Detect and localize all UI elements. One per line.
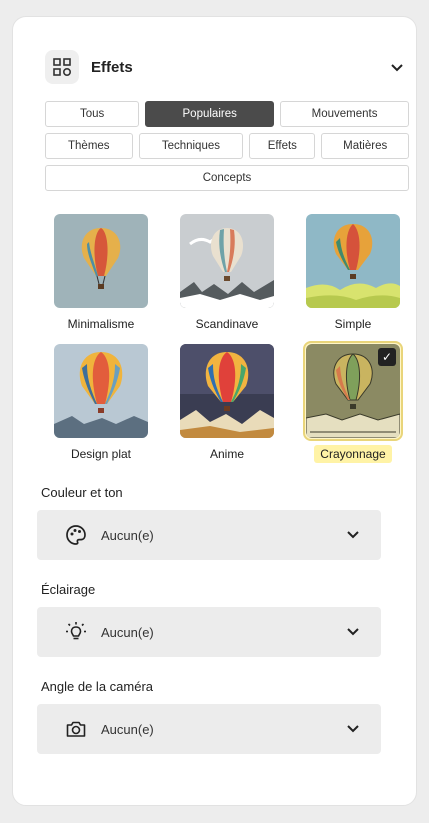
- filter-techniques[interactable]: Techniques: [138, 133, 244, 159]
- effects-grid-icon: [45, 50, 79, 84]
- color-tone-label: Couleur et ton: [41, 485, 123, 500]
- style-tile-minimalisme[interactable]: Minimalisme: [45, 211, 157, 333]
- style-label: Simple: [334, 317, 372, 331]
- style-tile-design-plat[interactable]: Design plat: [45, 341, 157, 463]
- thumb-frame: ✓: [303, 341, 403, 441]
- selected-check-icon: ✓: [378, 348, 396, 366]
- style-tile-crayonnage[interactable]: ✓ Crayonnage: [297, 341, 409, 463]
- color-tone-dropdown[interactable]: Aucun(e): [37, 510, 381, 560]
- style-tile-scandinave[interactable]: Scandinave: [171, 211, 283, 333]
- filter-tous[interactable]: Tous: [45, 101, 140, 127]
- chevron-down-icon: [347, 528, 359, 542]
- chevron-down-icon: [347, 722, 359, 736]
- effects-title: Effets: [91, 58, 133, 76]
- thumb-frame: [177, 211, 277, 311]
- filter-buttons: Tous Populaires Mouvements Thèmes Techni…: [45, 101, 409, 191]
- style-label: Scandinave: [195, 317, 259, 331]
- camera-icon: [65, 718, 87, 740]
- camera-angle-label: Angle de la caméra: [41, 679, 154, 694]
- camera-angle-dropdown[interactable]: Aucun(e): [37, 704, 381, 754]
- style-label: Design plat: [70, 447, 132, 461]
- effects-panel: Effets Tous Populaires Mouvements Thèmes…: [12, 16, 417, 806]
- thumb-frame: [51, 341, 151, 441]
- filter-effets[interactable]: Effets: [249, 133, 316, 159]
- filter-row-2: Thèmes Techniques Effets Matières: [45, 133, 409, 159]
- filter-row-1: Tous Populaires Mouvements: [45, 101, 409, 127]
- thumb-frame: [177, 341, 277, 441]
- palette-icon: [65, 524, 87, 546]
- filter-populaires[interactable]: Populaires: [145, 101, 275, 127]
- filter-row-3: Concepts: [45, 165, 409, 191]
- filter-matieres[interactable]: Matières: [321, 133, 409, 159]
- thumb-frame: [51, 211, 151, 311]
- design-plat-thumbnail: [54, 344, 148, 438]
- lighting-value: Aucun(e): [101, 624, 154, 640]
- color-tone-value: Aucun(e): [101, 527, 154, 543]
- style-label: Minimalisme: [67, 317, 135, 331]
- filter-mouvements[interactable]: Mouvements: [280, 101, 409, 127]
- effects-panel-content: Effets Tous Populaires Mouvements Thèmes…: [37, 47, 409, 754]
- lightbulb-icon: [65, 621, 87, 643]
- filter-concepts[interactable]: Concepts: [45, 165, 409, 191]
- style-label: Crayonnage: [314, 445, 392, 463]
- lighting-dropdown[interactable]: Aucun(e): [37, 607, 381, 657]
- crayonnage-thumbnail: ✓: [306, 344, 400, 438]
- style-label: Anime: [209, 447, 244, 461]
- scandinave-thumbnail: [180, 214, 274, 308]
- camera-angle-value: Aucun(e): [101, 721, 154, 737]
- effects-header[interactable]: Effets: [45, 47, 409, 87]
- anime-thumbnail: [180, 344, 274, 438]
- style-grid: Minimalisme Scandinave Simple Design pla…: [45, 211, 409, 463]
- lighting-label: Éclairage: [41, 582, 96, 597]
- thumb-frame: [303, 211, 403, 311]
- style-tile-anime[interactable]: Anime: [171, 341, 283, 463]
- minimalisme-thumbnail: [54, 214, 148, 308]
- style-tile-simple[interactable]: Simple: [297, 211, 409, 333]
- chevron-down-icon: [347, 625, 359, 639]
- chevron-down-icon[interactable]: [391, 59, 403, 75]
- simple-thumbnail: [306, 214, 400, 308]
- filter-themes[interactable]: Thèmes: [45, 133, 133, 159]
